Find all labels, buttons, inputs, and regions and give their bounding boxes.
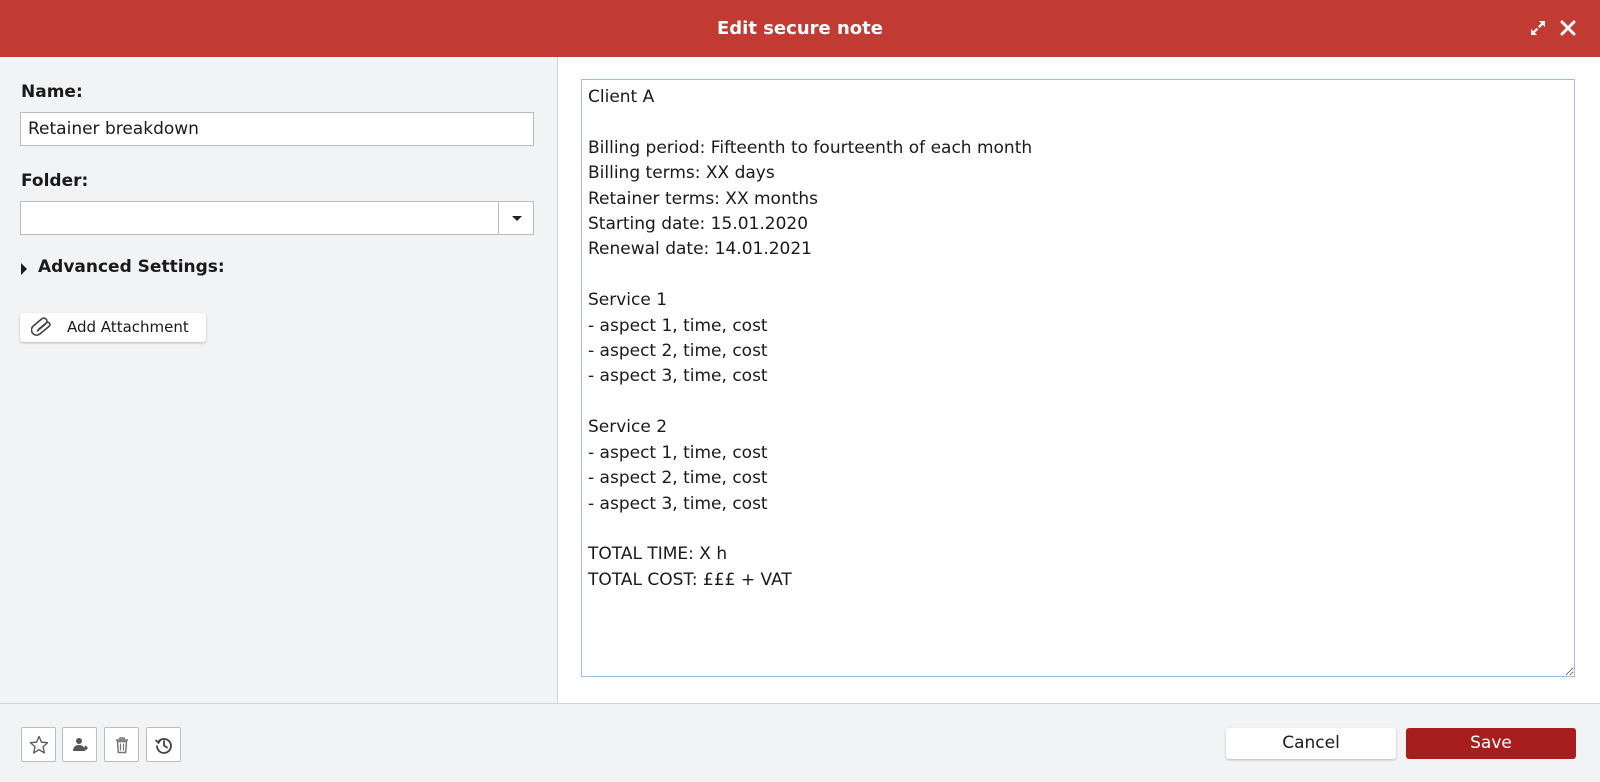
note-content-panel: Client A Billing period: Fifteenth to fo… [558,57,1600,703]
cancel-button[interactable]: Cancel [1226,728,1396,759]
share-icon [73,738,89,751]
share-button[interactable] [62,727,97,762]
close-icon[interactable] [1558,18,1578,38]
star-icon [29,735,49,754]
name-input[interactable] [20,112,534,146]
favorite-button[interactable] [21,727,56,762]
history-icon [154,738,172,754]
edit-secure-note-dialog: Edit secure note Name: Folder: Advanced … [0,0,1600,782]
save-button[interactable]: Save [1406,728,1576,759]
add-attachment-label: Add Attachment [67,318,189,336]
expand-icon[interactable] [1528,18,1548,38]
paperclip-icon [30,317,53,337]
dialog-header: Edit secure note [0,0,1600,57]
trash-icon [116,737,128,754]
note-properties-panel: Name: Folder: Advanced Settings: Add Att… [0,57,558,703]
note-textarea[interactable]: Client A Billing period: Fifteenth to fo… [581,79,1575,677]
name-label: Name: [21,82,83,102]
delete-button[interactable] [104,727,139,762]
history-button[interactable] [146,727,181,762]
caret-right-icon [21,263,27,275]
dialog-title: Edit secure note [717,18,883,39]
folder-label: Folder: [21,171,89,191]
folder-select[interactable] [20,201,534,235]
chevron-down-icon[interactable] [498,202,533,234]
add-attachment-button[interactable]: Add Attachment [20,313,206,342]
advanced-settings-label: Advanced Settings: [38,257,225,277]
dialog-footer: Cancel Save [0,703,1600,782]
